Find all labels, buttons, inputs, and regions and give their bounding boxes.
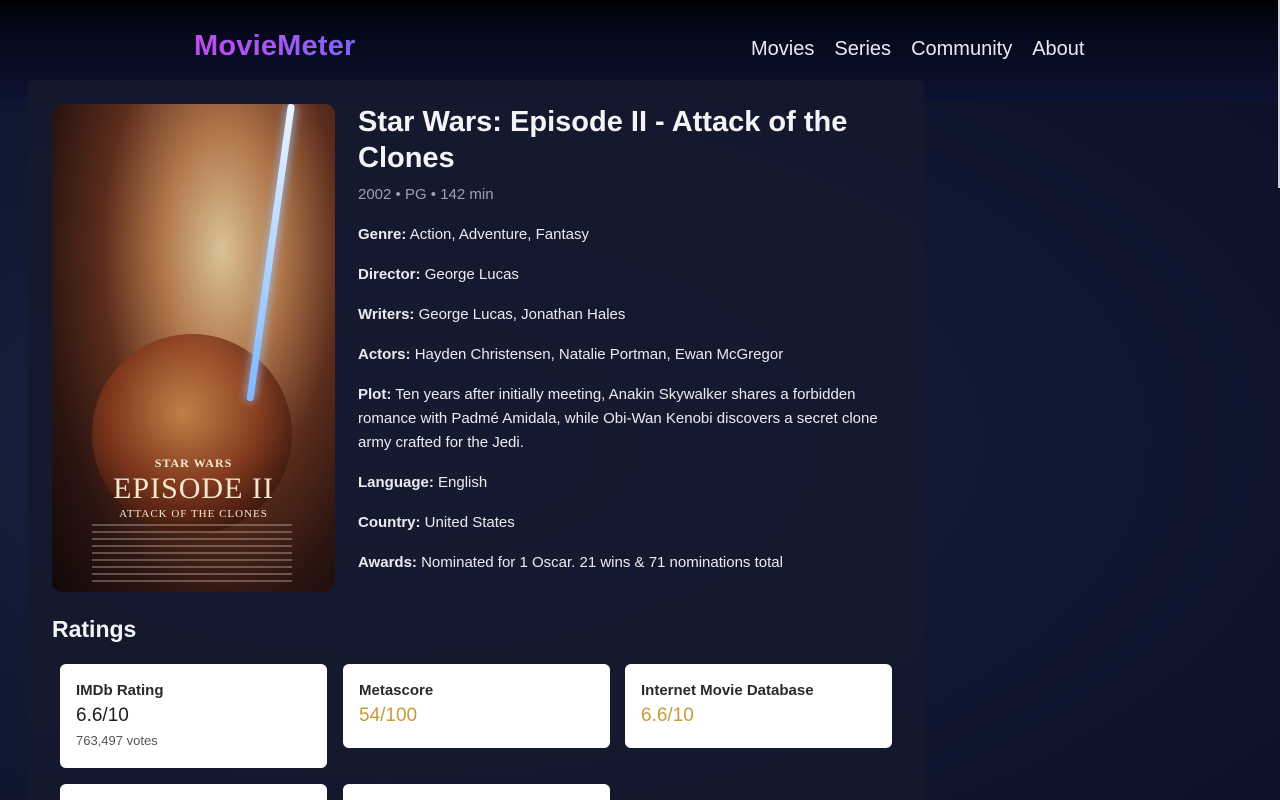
awards-row: Awards: Nominated for 1 Oscar. 21 wins &… xyxy=(358,551,908,575)
country-value: United States xyxy=(424,514,515,531)
movie-poster: STAR WARS EPISODE II ATTACK OF THE CLONE… xyxy=(52,104,335,592)
language-value: English xyxy=(438,474,488,491)
poster-lightsaber xyxy=(246,104,295,402)
genre-label: Genre: xyxy=(358,226,407,243)
rating-source: Internet Movie Database xyxy=(641,682,814,699)
site-logo[interactable]: MovieMeter xyxy=(194,30,356,63)
language-row: Language: English xyxy=(358,471,908,495)
director-label: Director: xyxy=(358,266,421,283)
rating-card-placeholder xyxy=(60,784,327,800)
poster-title-line3: ATTACK OF THE CLONES xyxy=(119,508,268,520)
poster-credits xyxy=(92,524,292,584)
awards-label: Awards: xyxy=(358,554,417,571)
genre-value: Action, Adventure, Fantasy xyxy=(409,226,589,243)
nav-about[interactable]: About xyxy=(1032,38,1084,61)
actors-row: Actors: Hayden Christensen, Natalie Port… xyxy=(358,343,908,367)
poster-title-line2: EPISODE II xyxy=(113,472,274,505)
country-row: Country: United States xyxy=(358,511,908,535)
rating-card-placeholder xyxy=(343,784,610,800)
genre-row: Genre: Action, Adventure, Fantasy xyxy=(358,223,908,247)
actors-label: Actors: xyxy=(358,346,411,363)
awards-value: Nominated for 1 Oscar. 21 wins & 71 nomi… xyxy=(421,554,783,571)
movie-info: Star Wars: Episode II - Attack of the Cl… xyxy=(358,104,908,575)
rating-source: IMDb Rating xyxy=(76,682,164,699)
rating-value: 6.6/10 xyxy=(641,705,694,726)
movie-meta: 2002 • PG • 142 min xyxy=(358,186,494,203)
main-nav: Movies Series Community About xyxy=(751,38,1104,61)
nav-series[interactable]: Series xyxy=(834,38,891,61)
rating-votes: 763,497 votes xyxy=(76,733,158,748)
language-label: Language: xyxy=(358,474,434,491)
ratings-heading: Ratings xyxy=(52,616,137,642)
rating-source: Metascore xyxy=(359,682,434,699)
poster-title-line1: STAR WARS xyxy=(154,456,233,470)
actors-value: Hayden Christensen, Natalie Portman, Ewa… xyxy=(414,346,784,363)
plot-value: Ten years after initially meeting, Anaki… xyxy=(358,386,878,451)
rating-card-imdb: IMDb Rating 6.6/10 763,497 votes xyxy=(60,664,327,768)
writers-row: Writers: George Lucas, Jonathan Hales xyxy=(358,303,908,327)
plot-row: Plot: Ten years after initially meeting,… xyxy=(358,383,908,455)
rating-value: 6.6/10 xyxy=(76,705,129,726)
nav-community[interactable]: Community xyxy=(911,38,1012,61)
movie-card: STAR WARS EPISODE II ATTACK OF THE CLONE… xyxy=(28,80,924,800)
rating-card-metascore: Metascore 54/100 xyxy=(343,664,610,748)
movie-title: Star Wars: Episode II - Attack of the Cl… xyxy=(358,106,848,174)
director-row: Director: George Lucas xyxy=(358,263,908,287)
rating-value: 54/100 xyxy=(359,705,418,726)
writers-value: George Lucas, Jonathan Hales xyxy=(418,306,626,323)
nav-movies[interactable]: Movies xyxy=(751,38,814,61)
writers-label: Writers: xyxy=(358,306,415,323)
rating-card-internet-movie-database: Internet Movie Database 6.6/10 xyxy=(625,664,892,748)
director-value: George Lucas xyxy=(424,266,519,283)
country-label: Country: xyxy=(358,514,421,531)
plot-label: Plot: xyxy=(358,386,392,403)
